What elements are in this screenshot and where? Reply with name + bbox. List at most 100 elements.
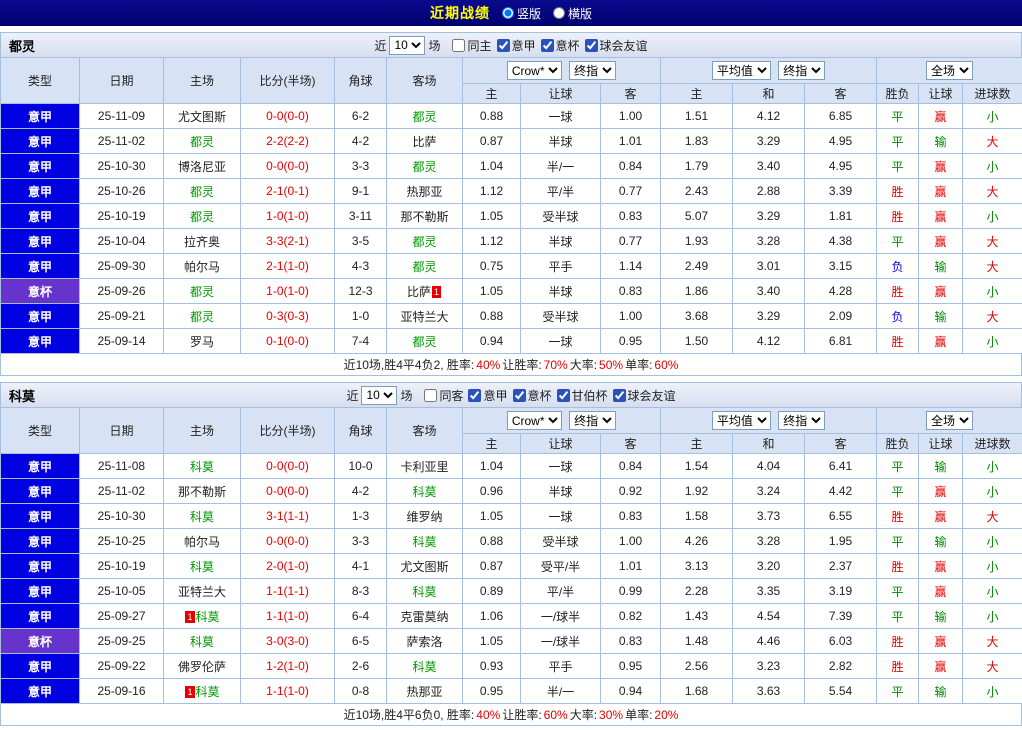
cell-home-team[interactable]: 帕尔马 bbox=[164, 254, 241, 279]
cell-away-team[interactable]: 比萨 bbox=[387, 129, 463, 154]
filter-option[interactable]: 甘伯杯 bbox=[552, 387, 608, 404]
team-name[interactable]: 都灵 bbox=[412, 110, 436, 124]
cell-home-team[interactable]: 罗马 bbox=[164, 329, 241, 354]
cell-away-team[interactable]: 比萨1 bbox=[387, 279, 463, 304]
cell-score[interactable]: 0-1(0-0) bbox=[241, 329, 335, 354]
team-name[interactable]: 都灵 bbox=[190, 210, 214, 224]
team-name[interactable]: 拉齐奥 bbox=[184, 235, 220, 249]
team-name[interactable]: 都灵 bbox=[190, 135, 214, 149]
cell-home-team[interactable]: 都灵 bbox=[164, 304, 241, 329]
cell-score[interactable]: 0-0(0-0) bbox=[241, 454, 335, 479]
filter-checkbox[interactable] bbox=[468, 389, 481, 402]
cell-home-team[interactable]: 科莫 bbox=[164, 629, 241, 654]
filter-checkbox[interactable] bbox=[513, 389, 526, 402]
team-name[interactable]: 那不勒斯 bbox=[178, 485, 226, 499]
team-name[interactable]: 克雷莫纳 bbox=[400, 610, 448, 624]
filter-checkbox[interactable] bbox=[497, 39, 510, 52]
team-name[interactable]: 佛罗伦萨 bbox=[178, 660, 226, 674]
team-name[interactable]: 科莫 bbox=[412, 535, 436, 549]
cell-home-team[interactable]: 那不勒斯 bbox=[164, 479, 241, 504]
cell-away-team[interactable]: 热那亚 bbox=[387, 179, 463, 204]
asian-odds-type-select[interactable]: 终指 bbox=[569, 61, 616, 80]
cell-away-team[interactable]: 都灵 bbox=[387, 329, 463, 354]
cell-away-team[interactable]: 都灵 bbox=[387, 104, 463, 129]
team-name[interactable]: 比萨 bbox=[407, 285, 431, 299]
team-name[interactable]: 热那亚 bbox=[406, 685, 442, 699]
cell-away-team[interactable]: 克雷莫纳 bbox=[387, 604, 463, 629]
team-name[interactable]: 帕尔马 bbox=[184, 535, 220, 549]
cell-score[interactable]: 0-0(0-0) bbox=[241, 479, 335, 504]
cell-score[interactable]: 1-2(1-0) bbox=[241, 654, 335, 679]
filter-option[interactable]: 意杯 bbox=[536, 37, 580, 54]
team-name[interactable]: 亚特兰大 bbox=[178, 585, 226, 599]
cell-away-team[interactable]: 都灵 bbox=[387, 229, 463, 254]
cell-home-team[interactable]: 帕尔马 bbox=[164, 529, 241, 554]
cell-score[interactable]: 2-2(2-2) bbox=[241, 129, 335, 154]
vertical-layout-radio[interactable] bbox=[502, 7, 514, 19]
cell-score[interactable]: 3-0(3-0) bbox=[241, 629, 335, 654]
cell-score[interactable]: 1-1(1-0) bbox=[241, 679, 335, 704]
team-name[interactable]: 尤文图斯 bbox=[400, 560, 448, 574]
layout-horizontal-option[interactable]: 横版 bbox=[553, 5, 592, 22]
team-name[interactable]: 帕尔马 bbox=[184, 260, 220, 274]
team-name[interactable]: 科莫 bbox=[196, 685, 220, 699]
odds-company-select[interactable]: Crow* bbox=[507, 411, 562, 430]
cell-score[interactable]: 2-1(1-0) bbox=[241, 254, 335, 279]
team-name[interactable]: 科莫 bbox=[190, 510, 214, 524]
cell-score[interactable]: 1-0(1-0) bbox=[241, 204, 335, 229]
team-name[interactable]: 都灵 bbox=[412, 335, 436, 349]
team-name[interactable]: 科莫 bbox=[190, 635, 214, 649]
cell-home-team[interactable]: 都灵 bbox=[164, 129, 241, 154]
cell-away-team[interactable]: 科莫 bbox=[387, 479, 463, 504]
cell-home-team[interactable]: 尤文图斯 bbox=[164, 104, 241, 129]
team-name[interactable]: 科莫 bbox=[190, 460, 214, 474]
filter-checkbox[interactable] bbox=[541, 39, 554, 52]
scope-select[interactable]: 全场 bbox=[926, 411, 973, 430]
team-name[interactable]: 亚特兰大 bbox=[400, 310, 448, 324]
filter-checkbox[interactable] bbox=[585, 39, 598, 52]
cell-home-team[interactable]: 都灵 bbox=[164, 279, 241, 304]
filter-option[interactable]: 意甲 bbox=[463, 387, 507, 404]
team-name[interactable]: 尤文图斯 bbox=[178, 110, 226, 124]
cell-home-team[interactable]: 科莫 bbox=[164, 504, 241, 529]
filter-option[interactable]: 球会友谊 bbox=[608, 387, 676, 404]
asian-odds-type-select[interactable]: 终指 bbox=[569, 411, 616, 430]
match-count-select[interactable]: 10 bbox=[389, 36, 425, 55]
cell-home-team[interactable]: 拉齐奥 bbox=[164, 229, 241, 254]
filter-option[interactable]: 同主 bbox=[447, 37, 491, 54]
cell-home-team[interactable]: 1科莫 bbox=[164, 604, 241, 629]
team-name[interactable]: 科莫 bbox=[412, 585, 436, 599]
cell-home-team[interactable]: 都灵 bbox=[164, 179, 241, 204]
cell-away-team[interactable]: 那不勒斯 bbox=[387, 204, 463, 229]
team-name[interactable]: 维罗纳 bbox=[406, 510, 442, 524]
cell-score[interactable]: 1-1(1-0) bbox=[241, 604, 335, 629]
team-name[interactable]: 科莫 bbox=[196, 610, 220, 624]
cell-away-team[interactable]: 热那亚 bbox=[387, 679, 463, 704]
cell-away-team[interactable]: 科莫 bbox=[387, 654, 463, 679]
team-name[interactable]: 科莫 bbox=[412, 485, 436, 499]
team-name[interactable]: 热那亚 bbox=[406, 185, 442, 199]
cell-away-team[interactable]: 尤文图斯 bbox=[387, 554, 463, 579]
cell-home-team[interactable]: 1科莫 bbox=[164, 679, 241, 704]
cell-away-team[interactable]: 维罗纳 bbox=[387, 504, 463, 529]
match-count-select[interactable]: 10 bbox=[361, 386, 397, 405]
cell-score[interactable]: 1-0(1-0) bbox=[241, 279, 335, 304]
team-name[interactable]: 那不勒斯 bbox=[400, 210, 448, 224]
team-name[interactable]: 都灵 bbox=[412, 160, 436, 174]
cell-score[interactable]: 2-0(1-0) bbox=[241, 554, 335, 579]
team-name[interactable]: 罗马 bbox=[190, 335, 214, 349]
team-name[interactable]: 都灵 bbox=[412, 260, 436, 274]
cell-home-team[interactable]: 博洛尼亚 bbox=[164, 154, 241, 179]
team-name[interactable]: 科莫 bbox=[412, 660, 436, 674]
euro-odds-source-select[interactable]: 平均值 bbox=[712, 411, 771, 430]
cell-score[interactable]: 0-0(0-0) bbox=[241, 104, 335, 129]
team-name[interactable]: 都灵 bbox=[190, 285, 214, 299]
euro-odds-type-select[interactable]: 终指 bbox=[778, 411, 825, 430]
layout-vertical-option[interactable]: 竖版 bbox=[502, 5, 541, 22]
cell-score[interactable]: 2-1(0-1) bbox=[241, 179, 335, 204]
cell-home-team[interactable]: 都灵 bbox=[164, 204, 241, 229]
cell-away-team[interactable]: 都灵 bbox=[387, 154, 463, 179]
filter-option[interactable]: 同客 bbox=[419, 387, 463, 404]
cell-away-team[interactable]: 亚特兰大 bbox=[387, 304, 463, 329]
cell-score[interactable]: 3-3(2-1) bbox=[241, 229, 335, 254]
